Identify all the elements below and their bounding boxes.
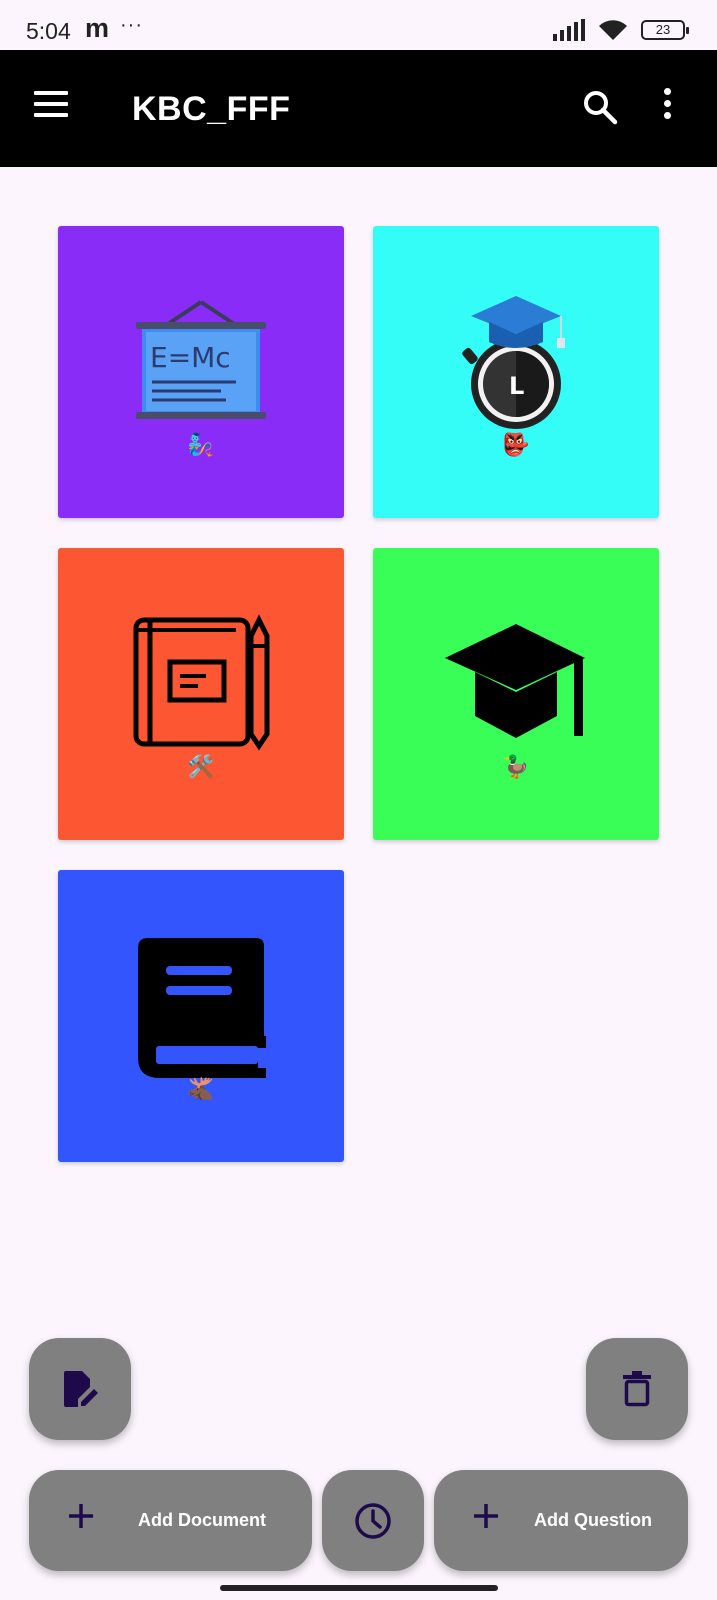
signal-icon — [553, 19, 585, 41]
clock-icon — [355, 1502, 391, 1539]
add-document-label: Add Document — [138, 1510, 266, 1530]
plus-icon — [474, 1504, 498, 1528]
trash-icon — [623, 1371, 651, 1407]
blackboard-emc-icon: E=Mc — [136, 300, 266, 419]
history-button[interactable] — [322, 1470, 424, 1571]
category-card-3[interactable]: 🛠️ — [58, 548, 344, 840]
board-text: E=Mc — [150, 341, 231, 374]
status-time: 5:04 — [26, 18, 71, 44]
card-emoji: 🛠️ — [187, 755, 215, 780]
status-bar: 5:04 m ··· 23 — [0, 0, 717, 50]
battery-level: 23 — [655, 22, 671, 37]
battery-icon: 23 — [641, 20, 689, 40]
book-icon — [138, 938, 266, 1078]
category-card-2[interactable]: L 👺 — [373, 226, 659, 518]
card-emoji: 🦆 — [502, 755, 530, 780]
notification-overflow-icon: ··· — [120, 14, 143, 36]
delete-button[interactable] — [586, 1338, 688, 1440]
more-vert-icon[interactable] — [664, 88, 672, 122]
wifi-icon — [599, 20, 627, 40]
app-bar: KBC_FFF — [0, 50, 717, 167]
app-title: KBC_FFF — [132, 90, 291, 128]
notebook-pencil-icon — [133, 614, 270, 751]
category-card-5[interactable]: 🫎 — [58, 870, 344, 1162]
category-card-4[interactable]: 🦆 — [373, 548, 659, 840]
plus-icon — [69, 1504, 93, 1528]
stopwatch-graduation-cap-icon: L — [462, 296, 565, 429]
menu-icon[interactable] — [34, 91, 68, 117]
add-document-button[interactable]: Add Document — [29, 1470, 312, 1571]
card-emoji: 🫎 — [187, 1077, 215, 1102]
gesture-navigation-bar[interactable] — [220, 1585, 498, 1591]
add-question-label: Add Question — [534, 1510, 652, 1530]
search-icon[interactable] — [582, 89, 618, 125]
card-emoji: 👺 — [502, 433, 530, 458]
stopwatch-letter: L — [509, 372, 524, 400]
graduation-cap-icon — [445, 624, 585, 738]
category-card-1[interactable]: E=Mc 🧞 — [58, 226, 344, 518]
card-emoji: 🧞 — [187, 433, 215, 458]
add-question-button[interactable]: Add Question — [434, 1470, 688, 1571]
notification-app-icon: m — [85, 13, 110, 43]
edit-document-icon — [64, 1371, 98, 1407]
edit-document-button[interactable] — [29, 1338, 131, 1440]
